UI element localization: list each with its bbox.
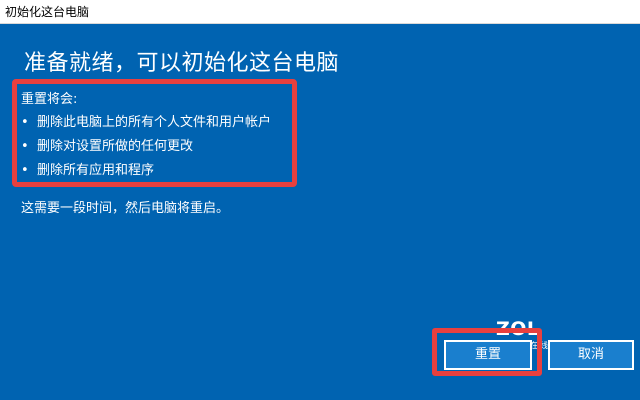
reset-intro-label: 重置将会: [21, 92, 78, 107]
window-title: 初始化这台电脑 [5, 5, 90, 19]
title-bar: 初始化这台电脑 [0, 0, 640, 24]
bullet-icon: • [21, 163, 29, 178]
bullet-icon: • [21, 115, 29, 130]
highlight-box-reset-button [432, 328, 542, 376]
list-item-text: 删除此电脑上的所有个人文件和用户帐户 [37, 115, 272, 130]
bullet-icon: • [21, 139, 29, 154]
list-item: • 删除此电脑上的所有个人文件和用户帐户 [21, 114, 271, 138]
list-item-text: 删除对设置所做的任何更改 [37, 139, 194, 154]
list-item: • 删除对设置所做的任何更改 [21, 138, 271, 162]
restart-note: 这需要一段时间，然后电脑将重启。 [21, 201, 230, 216]
list-item-text: 删除所有应用和程序 [37, 163, 155, 178]
page-title: 准备就绪，可以初始化这台电脑 [24, 51, 340, 76]
list-item: • 删除所有应用和程序 [21, 162, 271, 186]
reset-effects-list: • 删除此电脑上的所有个人文件和用户帐户 • 删除对设置所做的任何更改 • 删除所有应… [21, 114, 271, 186]
cancel-button[interactable]: 取消 [548, 340, 634, 370]
